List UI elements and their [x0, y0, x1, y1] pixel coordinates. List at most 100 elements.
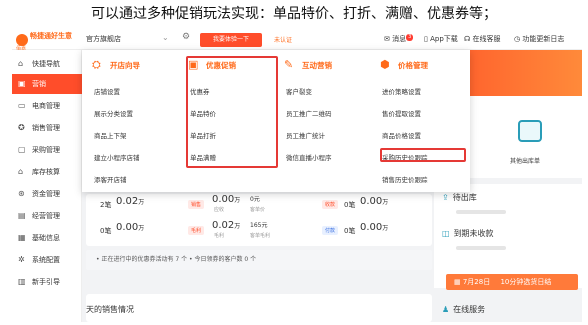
basic-info-icon: ▦	[18, 233, 26, 242]
store-guide-icon: ⛭	[92, 58, 101, 71]
app-download-label: App下载	[430, 35, 458, 43]
sales-tag: 销售	[188, 200, 205, 209]
unverified-link[interactable]: 未认证	[274, 35, 292, 44]
chevron-down-icon[interactable]: ⌄	[162, 33, 169, 42]
menu-item-staff-stats[interactable]: 员工推广统计	[286, 130, 325, 140]
online-service[interactable]: ♟ 在线服务	[442, 304, 485, 315]
purchase-icon: ▢	[18, 145, 26, 154]
menu-item-staff-qr[interactable]: 员工推广二维码	[286, 108, 332, 118]
menu-item-mini-program-store[interactable]: 建立小程序店铺	[94, 152, 140, 162]
stat-amount-2-unit: 万	[138, 225, 145, 232]
sidebar-item-funds[interactable]: ⊛ 资金管理	[12, 184, 82, 204]
column-title: 价格管理	[398, 61, 428, 70]
headset-icon: ☊	[464, 35, 471, 43]
sales-title: 天的销售情况	[86, 305, 134, 314]
online-cs-button[interactable]: ☊ 在线客服	[464, 34, 500, 44]
sidebar-item-operation[interactable]: ▤ 经营管理	[12, 206, 82, 226]
tutorial-caption: 可以通过多种促销玩法实现：单品特价、打折、满赠、优惠券等；	[91, 6, 497, 22]
messages-button[interactable]: ✉ 消息 3	[384, 34, 414, 44]
marketing-icon: ▣	[18, 79, 26, 88]
sidebar-item-sales[interactable]: ✪ 销售管理	[12, 118, 82, 138]
sales-caption: 应收	[214, 207, 225, 213]
update-log-button[interactable]: ◷ 功能更新日志	[514, 34, 564, 44]
app-logo[interactable]: 畅捷通好生意 佰嘉	[16, 32, 84, 52]
calendar-icon: ▦	[454, 278, 463, 286]
pending-collect-label: 到期未收款	[453, 229, 494, 238]
stat-amount-unit: 万	[138, 199, 145, 206]
column-header: ⛭ 开店向导	[88, 56, 182, 74]
profit-caption2: 客单毛利	[250, 233, 271, 239]
logo-icon	[16, 34, 28, 46]
payment-tag: 付款	[322, 226, 339, 235]
sidebar-item-guide[interactable]: ▥ 新手引导	[12, 272, 82, 292]
promo-banner[interactable]: ▦ 7月28日 10分钟选货日结	[446, 274, 578, 290]
coupon-notice-2: 今日领券的客户数 0 个	[194, 256, 257, 263]
messages-badge: 3	[406, 34, 414, 41]
sales-amount-value: 0.00	[212, 194, 235, 205]
sidebar-item-inventory[interactable]: ⌂ 库存核算	[12, 162, 82, 182]
profit-amount-unit: 万	[234, 223, 241, 230]
menu-item-product-price-settings[interactable]: 商品价格设置	[382, 130, 421, 140]
pending-out-label: 待出库	[452, 193, 477, 202]
pending-bar	[456, 210, 506, 214]
sidebar-item-quick-nav[interactable]: ⌂ 快捷导航	[12, 54, 82, 74]
pending-bar	[456, 246, 506, 250]
menu-item-customer-fission[interactable]: 客户裂变	[286, 86, 312, 96]
sidebar-item-basic-info[interactable]: ▦ 基础信息	[12, 228, 82, 248]
sidebar-item-label: 采购管理	[32, 146, 60, 154]
home-icon: ⌂	[18, 59, 24, 68]
gear-icon[interactable]: ⚙	[182, 32, 190, 42]
other-outbound-label[interactable]: 其他出库单	[510, 156, 540, 165]
collection-amount-value: 0.00	[360, 196, 383, 207]
sidebar-item-label: 快捷导航	[32, 60, 60, 68]
sidebar-item-purchase[interactable]: ▢ 采购管理	[12, 140, 82, 160]
update-log-label: 功能更新日志	[522, 35, 565, 43]
other-outbound-icon[interactable]	[518, 120, 542, 142]
pending-collect[interactable]: ◫ 到期未收款	[442, 228, 494, 239]
store-name[interactable]: 官方旗舰店	[86, 34, 121, 44]
menu-item-product-listing[interactable]: 商品上下架	[94, 130, 127, 140]
pending-out[interactable]: ⇪ 待出库	[442, 192, 477, 203]
sidebar-item-settings[interactable]: ✲ 系统配置	[12, 250, 82, 270]
profit-caption: 毛利	[214, 233, 225, 239]
payment-amount-value: 0.00	[360, 222, 383, 233]
stat-count-2: 0笔	[100, 227, 112, 235]
marketing-dropdown-menu: ⛭ 开店向导 店铺设置 展示分类设置 商品上下架 建立小程序店铺 添客开店铺 ▣…	[82, 50, 470, 192]
menu-item-live-mini-program[interactable]: 微信直播小程序	[286, 152, 332, 162]
guide-icon: ▥	[18, 277, 26, 286]
coupon-notice: • 正在进行中的优惠券活动有 7 个 • 今日领券的客户数 0 个	[86, 250, 432, 270]
column-header: ⬢ 价格管理	[376, 56, 470, 74]
app-window: 畅捷通好生意 佰嘉 官方旗舰店 ⌄ ⚙ 我要体验一下 未认证 ✉ 消息 3 ▯ A…	[12, 30, 582, 322]
online-cs-label: 在线客服	[472, 35, 501, 43]
interactive-marketing-icon: ✎	[284, 58, 294, 71]
profit-sub: 165元	[250, 222, 268, 229]
menu-item-customer-store[interactable]: 添客开店铺	[94, 174, 127, 184]
profit-amount: 0.02万	[212, 220, 240, 231]
sidebar-item-label: 新手引导	[32, 278, 60, 286]
payment-count: 0笔	[344, 227, 356, 235]
banner-date: 7月28日	[462, 278, 491, 286]
promotion-highlight-box	[186, 56, 278, 168]
collection-count: 0笔	[344, 201, 356, 209]
sidebar-item-label: 电商管理	[32, 102, 60, 110]
menu-column-interactive: ✎ 互动营销 客户裂变 员工推广二维码 员工推广统计 微信直播小程序	[280, 56, 374, 186]
collection-tag: 收款	[322, 200, 339, 209]
sales-amount: 0.00万	[212, 194, 240, 205]
menu-item-purchase-price-policy[interactable]: 进价策略设置	[382, 86, 421, 96]
menu-item-sale-price-extract[interactable]: 售价提取设置	[382, 108, 421, 118]
payment-amount: 0.00万	[360, 222, 388, 233]
sales-caption2: 客单价	[250, 207, 266, 213]
column-title: 互动营销	[302, 61, 332, 70]
online-service-label: 在线服务	[453, 305, 486, 314]
sales-card	[86, 294, 432, 322]
experience-button[interactable]: 我要体验一下	[200, 33, 262, 47]
collection-amount-unit: 万	[382, 199, 389, 206]
price-settings-highlight-box	[380, 148, 466, 162]
sidebar-item-ecommerce[interactable]: ▭ 电商管理	[12, 96, 82, 116]
sidebar-item-marketing[interactable]: ▣ 营销	[12, 74, 82, 94]
menu-item-category-settings[interactable]: 展示分类设置	[94, 108, 133, 118]
menu-item-store-settings[interactable]: 店铺设置	[94, 86, 120, 96]
menu-item-sale-price-history[interactable]: 销售历史价跟踪	[382, 174, 428, 184]
sidebar-item-label: 基础信息	[32, 234, 60, 242]
app-download-button[interactable]: ▯ App下载	[424, 34, 458, 44]
